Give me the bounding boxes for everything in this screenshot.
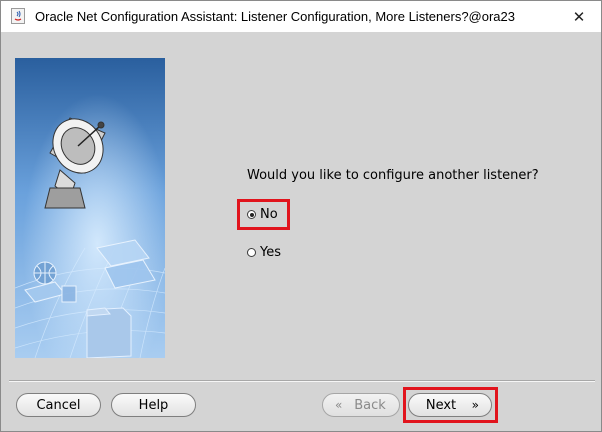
radio-label-yes: Yes	[260, 245, 281, 260]
cancel-label: Cancel	[36, 397, 81, 413]
highlight-box-no	[237, 199, 290, 230]
radio-option-yes[interactable]: Yes	[247, 245, 281, 260]
question-text: Would you like to configure another list…	[247, 168, 539, 183]
chevron-left-double-icon: «	[335, 398, 343, 412]
java-app-icon	[11, 8, 25, 24]
dialog-window: Oracle Net Configuration Assistant: List…	[0, 0, 602, 432]
dialog-body: Would you like to configure another list…	[1, 32, 601, 431]
close-icon[interactable]: ✕	[557, 1, 601, 32]
satellite-dish-illustration	[15, 58, 165, 358]
button-divider	[9, 380, 595, 382]
help-label: Help	[138, 397, 169, 413]
highlight-box-next	[403, 387, 498, 423]
title-bar[interactable]: Oracle Net Configuration Assistant: List…	[1, 1, 601, 32]
cancel-button[interactable]: Cancel	[16, 393, 101, 417]
help-button[interactable]: Help	[111, 393, 196, 417]
back-button[interactable]: « Back	[322, 393, 400, 417]
window-title: Oracle Net Configuration Assistant: List…	[35, 9, 515, 24]
back-label: Back	[354, 397, 386, 413]
radio-unchecked-icon[interactable]	[247, 248, 256, 257]
